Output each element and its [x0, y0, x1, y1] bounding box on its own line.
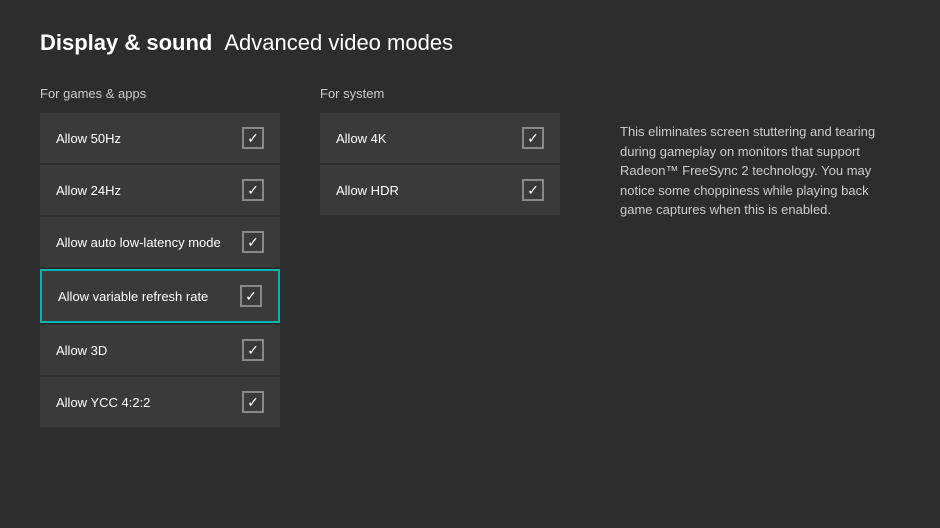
games-apps-label-1: Allow 24Hz — [56, 183, 121, 198]
checkmark-icon: ✓ — [527, 131, 539, 145]
games-apps-item-1[interactable]: Allow 24Hz ✓ — [40, 165, 280, 215]
games-apps-label-2: Allow auto low-latency mode — [56, 235, 221, 250]
games-apps-checkbox-0[interactable]: ✓ — [242, 127, 264, 149]
games-apps-item-4[interactable]: Allow 3D ✓ — [40, 325, 280, 375]
main-content: For games & apps Allow 50Hz✓Allow 24Hz✓A… — [0, 76, 940, 439]
games-apps-checkbox-1[interactable]: ✓ — [242, 179, 264, 201]
checkmark-icon: ✓ — [527, 183, 539, 197]
games-apps-checkbox-3[interactable]: ✓ — [240, 285, 262, 307]
system-label-1: Allow HDR — [336, 183, 399, 198]
system-checkbox-0[interactable]: ✓ — [522, 127, 544, 149]
system-label-0: Allow 4K — [336, 131, 387, 146]
games-apps-title: For games & apps — [40, 86, 280, 101]
header-main-title: Display & sound — [40, 30, 212, 56]
games-apps-label-3: Allow variable refresh rate — [58, 289, 208, 304]
checkmark-icon: ✓ — [247, 343, 259, 357]
system-checkbox-1[interactable]: ✓ — [522, 179, 544, 201]
description-panel: This eliminates screen stuttering and te… — [620, 86, 880, 429]
system-item-0[interactable]: Allow 4K ✓ — [320, 113, 560, 163]
checkmark-icon: ✓ — [247, 395, 259, 409]
system-column: For system Allow 4K ✓ Allow HDR ✓ — [320, 86, 560, 429]
games-apps-checkbox-2[interactable]: ✓ — [242, 231, 264, 253]
games-apps-item-0[interactable]: Allow 50Hz ✓ — [40, 113, 280, 163]
header-sub-title: Advanced video modes — [224, 30, 453, 56]
system-item-1[interactable]: Allow HDR ✓ — [320, 165, 560, 215]
games-apps-item-3[interactable]: Allow variable refresh rate ✓ — [40, 269, 280, 323]
games-apps-label-4: Allow 3D — [56, 343, 107, 358]
checkmark-icon: ✓ — [247, 131, 259, 145]
games-apps-label-0: Allow 50Hz — [56, 131, 121, 146]
games-apps-column: For games & apps Allow 50Hz✓Allow 24Hz✓A… — [40, 86, 280, 429]
checkmark-icon: ✓ — [247, 183, 259, 197]
games-apps-label-5: Allow YCC 4:2:2 — [56, 395, 150, 410]
games-apps-checkbox-5[interactable]: ✓ — [242, 391, 264, 413]
system-title: For system — [320, 86, 560, 101]
system-items: Allow 4K ✓ Allow HDR ✓ — [320, 113, 560, 217]
games-apps-checkbox-4[interactable]: ✓ — [242, 339, 264, 361]
page-header: Display & sound Advanced video modes — [0, 0, 940, 76]
description-text: This eliminates screen stuttering and te… — [620, 122, 880, 220]
games-apps-items: Allow 50Hz✓Allow 24Hz✓Allow auto low-lat… — [40, 113, 280, 429]
checkmark-icon: ✓ — [245, 289, 257, 303]
checkmark-icon: ✓ — [247, 235, 259, 249]
games-apps-item-2[interactable]: Allow auto low-latency mode ✓ — [40, 217, 280, 267]
games-apps-item-5[interactable]: Allow YCC 4:2:2 ✓ — [40, 377, 280, 427]
